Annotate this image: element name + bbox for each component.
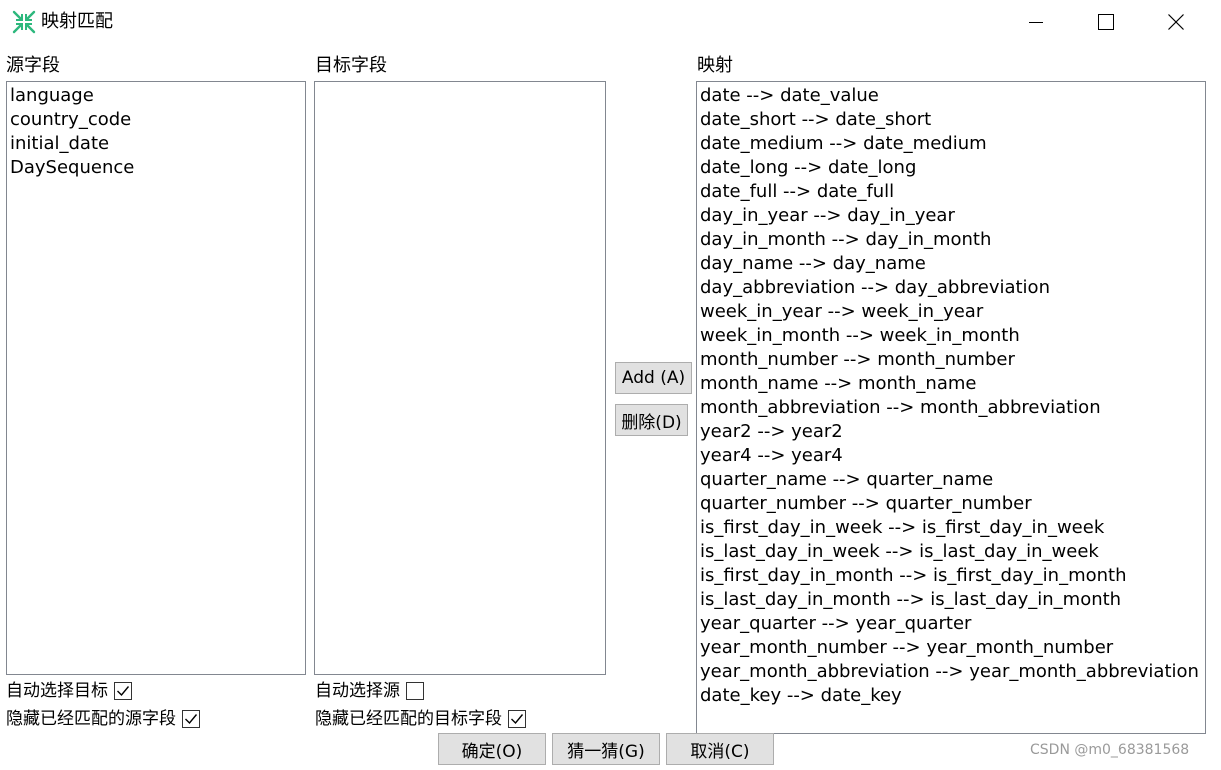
mapping-item[interactable]: is_first_day_in_month --> is_first_day_i… — [700, 564, 1205, 588]
mapping-item[interactable]: date --> date_value — [700, 84, 1205, 108]
mapping-item[interactable]: year_month_number --> year_month_number — [700, 636, 1205, 660]
mapping-item[interactable]: date_full --> date_full — [700, 180, 1205, 204]
auto-select-target-checkbox[interactable] — [114, 682, 132, 700]
mapping-item[interactable]: year_month_abbreviation --> year_month_a… — [700, 660, 1205, 684]
auto-select-source-checkbox[interactable] — [406, 682, 424, 700]
mapping-item[interactable]: day_in_month --> day_in_month — [700, 228, 1205, 252]
delete-button[interactable]: 删除(D) — [615, 404, 688, 436]
auto-select-source-option[interactable]: 自动选择源 — [315, 680, 424, 702]
mapping-item[interactable]: date_long --> date_long — [700, 156, 1205, 180]
cancel-button[interactable]: 取消(C) — [666, 733, 774, 765]
csdn-watermark: CSDN @m0_68381568 — [1030, 742, 1190, 758]
mapping-item[interactable]: quarter_name --> quarter_name — [700, 468, 1205, 492]
mapping-item[interactable]: date_medium --> date_medium — [700, 132, 1205, 156]
mapping-app-icon — [12, 10, 36, 34]
ok-button[interactable]: 确定(O) — [438, 733, 546, 765]
maximize-button[interactable] — [1083, 0, 1129, 44]
hide-matched-target-option[interactable]: 隐藏已经匹配的目标字段 — [315, 708, 526, 730]
hide-matched-source-checkbox[interactable] — [182, 710, 200, 728]
source-field-item[interactable]: language — [10, 84, 305, 108]
hide-matched-source-label: 隐藏已经匹配的源字段 — [6, 709, 176, 729]
mapping-item[interactable]: date_key --> date_key — [700, 684, 1205, 708]
source-fields-label: 源字段 — [6, 55, 60, 76]
window-title: 映射匹配 — [41, 11, 113, 32]
hide-matched-target-label: 隐藏已经匹配的目标字段 — [315, 709, 502, 729]
auto-select-source-label: 自动选择源 — [315, 681, 400, 701]
auto-select-target-option[interactable]: 自动选择目标 — [6, 680, 132, 702]
close-icon — [1168, 14, 1184, 30]
source-field-item[interactable]: initial_date — [10, 132, 305, 156]
mapping-item[interactable]: year_quarter --> year_quarter — [700, 612, 1205, 636]
target-fields-label: 目标字段 — [315, 55, 387, 76]
target-fields-list[interactable] — [314, 81, 606, 675]
mapping-item[interactable]: month_name --> month_name — [700, 372, 1205, 396]
mapping-item[interactable]: quarter_number --> quarter_number — [700, 492, 1205, 516]
mapping-item[interactable]: is_first_day_in_week --> is_first_day_in… — [700, 516, 1205, 540]
mapping-list[interactable]: date --> date_value date_short --> date_s… — [696, 81, 1206, 734]
minimize-button[interactable] — [1013, 0, 1059, 44]
add-button[interactable]: Add (A) — [615, 362, 692, 394]
mapping-label: 映射 — [697, 55, 733, 76]
mapping-item[interactable]: month_abbreviation --> month_abbreviatio… — [700, 396, 1205, 420]
mapping-item[interactable]: day_abbreviation --> day_abbreviation — [700, 276, 1205, 300]
hide-matched-source-option[interactable]: 隐藏已经匹配的源字段 — [6, 708, 200, 730]
mapping-item[interactable]: date_short --> date_short — [700, 108, 1205, 132]
mapping-item[interactable]: day_name --> day_name — [700, 252, 1205, 276]
mapping-item[interactable]: year4 --> year4 — [700, 444, 1205, 468]
hide-matched-target-checkbox[interactable] — [508, 710, 526, 728]
source-field-item[interactable]: DaySequence — [10, 156, 305, 180]
checkmark-icon — [511, 714, 524, 725]
source-field-item[interactable]: country_code — [10, 108, 305, 132]
auto-select-target-label: 自动选择目标 — [6, 681, 108, 701]
source-fields-list[interactable]: language country_code initial_date DaySeque… — [6, 81, 306, 675]
close-button[interactable] — [1153, 0, 1199, 44]
checkmark-icon — [117, 686, 130, 697]
maximize-icon — [1098, 14, 1114, 30]
mapping-item[interactable]: month_number --> month_number — [700, 348, 1205, 372]
mapping-item[interactable]: year2 --> year2 — [700, 420, 1205, 444]
minimize-icon — [1029, 22, 1043, 23]
guess-button[interactable]: 猜一猜(G) — [552, 733, 660, 765]
mapping-item[interactable]: week_in_year --> week_in_year — [700, 300, 1205, 324]
mapping-item[interactable]: is_last_day_in_week --> is_last_day_in_w… — [700, 540, 1205, 564]
mapping-item[interactable]: is_last_day_in_month --> is_last_day_in_… — [700, 588, 1205, 612]
checkmark-icon — [185, 714, 198, 725]
mapping-item[interactable]: day_in_year --> day_in_year — [700, 204, 1205, 228]
mapping-item[interactable]: week_in_month --> week_in_month — [700, 324, 1205, 348]
title-bar: 映射匹配 — [0, 0, 1221, 44]
